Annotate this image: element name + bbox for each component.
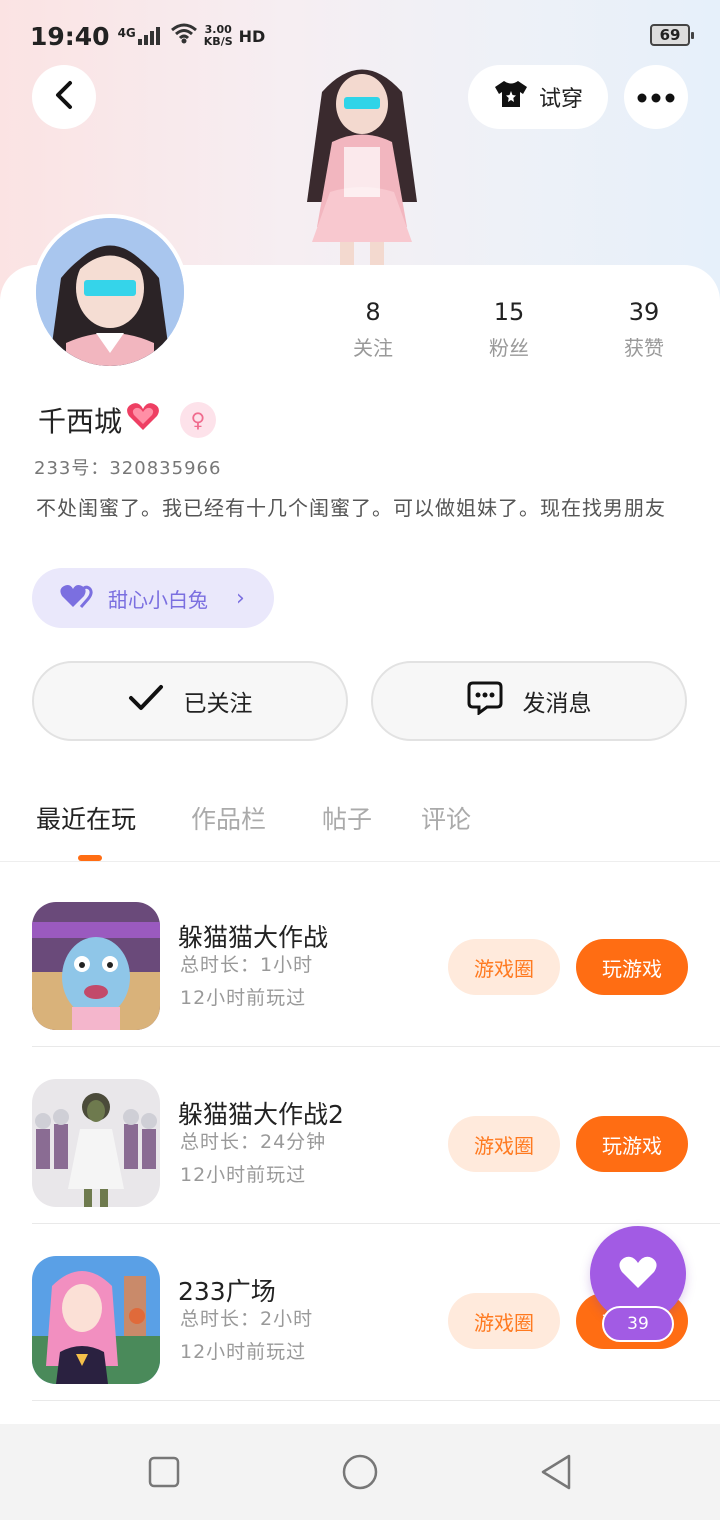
hd-indicator: HD (238, 26, 266, 46)
tag-label: 甜心小白兔 (108, 587, 208, 612)
likes-label: 获赞 (624, 336, 664, 360)
wifi-icon (170, 22, 198, 50)
game-title: 躲猫猫大作战2 (178, 1100, 344, 1129)
game-title: 233广场 (178, 1277, 276, 1306)
try-on-label: 试穿 (538, 87, 583, 112)
play-game-button[interactable]: 玩游戏 (576, 1116, 688, 1172)
profile-stats: 8 关注 15 粉丝 39 获赞 (0, 298, 720, 368)
profile-tabs: 最近在玩 作品栏 帖子 评论 (0, 800, 720, 860)
recent-apps-button[interactable] (144, 1452, 184, 1492)
like-count-badge: 39 (602, 1306, 674, 1342)
heart-icon (618, 1254, 658, 1294)
user-id[interactable]: 233号：320835966 (34, 454, 221, 480)
user-bio: 不处闺蜜了。我已经有十几个闺蜜了。可以做姐妹了。现在找男朋友 (36, 496, 666, 520)
followed-label: 已关注 (183, 691, 253, 717)
stat-likes[interactable]: 39 获赞 (584, 298, 704, 361)
tab-recently-played[interactable]: 最近在玩 (36, 800, 136, 836)
game-circle-button[interactable]: 游戏圈 (448, 1116, 560, 1172)
tab-comments[interactable]: 评论 (421, 800, 471, 836)
try-on-button[interactable]: 试穿 (468, 65, 608, 129)
system-back-button[interactable] (536, 1452, 576, 1492)
fans-count: 15 (493, 298, 525, 326)
tab-works[interactable]: 作品栏 (191, 800, 266, 836)
row-divider (32, 1400, 720, 1401)
likes-count: 39 (628, 298, 660, 326)
game-row[interactable]: 躲猫猫大作战 总时长：1小时 12小时前玩过 游戏圈 玩游戏 (0, 870, 720, 1047)
network-speed: 3.00 KB/S (204, 24, 233, 48)
battery-icon: 69 (650, 24, 694, 46)
tshirt-icon (493, 79, 529, 115)
double-heart-icon (60, 583, 94, 614)
square-icon (148, 1456, 180, 1488)
chevron-left-icon (53, 80, 75, 114)
game-icon[interactable] (32, 902, 160, 1030)
home-button[interactable] (340, 1452, 380, 1492)
system-navigation-bar (0, 1424, 720, 1520)
followed-button[interactable]: 已关注 (32, 661, 348, 741)
play-game-button[interactable]: 玩游戏 (576, 939, 688, 995)
user-name: 千西城 (38, 400, 160, 440)
heart-emoji-icon (126, 402, 160, 439)
avatar-character-image (282, 52, 442, 266)
tab-posts[interactable]: 帖子 (322, 800, 372, 836)
status-time: 19:40 (30, 21, 110, 51)
game-last-played: 12小时前玩过 (180, 987, 307, 1009)
gender-female-icon: ♀ (180, 402, 216, 438)
signal-icon: 4G (118, 27, 160, 45)
game-icon[interactable] (32, 1256, 160, 1384)
fans-label: 粉丝 (489, 336, 529, 360)
more-dots-icon (637, 88, 675, 107)
game-duration: 总时长：2小时 (180, 1308, 314, 1330)
game-duration: 总时长：24分钟 (180, 1131, 327, 1153)
check-icon (128, 684, 164, 718)
game-circle-button[interactable]: 游戏圈 (448, 939, 560, 995)
tab-divider (0, 861, 720, 862)
game-last-played: 12小时前玩过 (180, 1341, 307, 1363)
back-button[interactable] (32, 65, 96, 129)
speed-unit: KB/S (203, 35, 233, 48)
more-options-button[interactable] (624, 65, 688, 129)
game-duration: 总时长：1小时 (180, 954, 314, 976)
following-count: 8 (365, 298, 381, 326)
stat-fans[interactable]: 15 粉丝 (449, 298, 569, 361)
chat-bubble-icon (467, 681, 503, 721)
chevron-right-icon: › (236, 585, 245, 611)
send-message-label: 发消息 (522, 691, 592, 717)
game-row[interactable]: 躲猫猫大作战2 总时长：24分钟 12小时前玩过 游戏圈 玩游戏 (0, 1047, 720, 1224)
network-type: 4G (117, 26, 136, 40)
send-message-button[interactable]: 发消息 (371, 661, 687, 741)
game-icon[interactable] (32, 1079, 160, 1207)
following-label: 关注 (353, 336, 393, 360)
game-circle-button[interactable]: 游戏圈 (448, 1293, 560, 1349)
profile-tag-chip[interactable]: 甜心小白兔 › (32, 568, 274, 628)
game-title: 躲猫猫大作战 (178, 923, 329, 952)
circle-icon (342, 1454, 378, 1490)
user-name-text: 千西城 (38, 405, 123, 438)
game-last-played: 12小时前玩过 (180, 1164, 307, 1186)
stat-following[interactable]: 8 关注 (313, 298, 433, 361)
triangle-back-icon (541, 1454, 571, 1490)
